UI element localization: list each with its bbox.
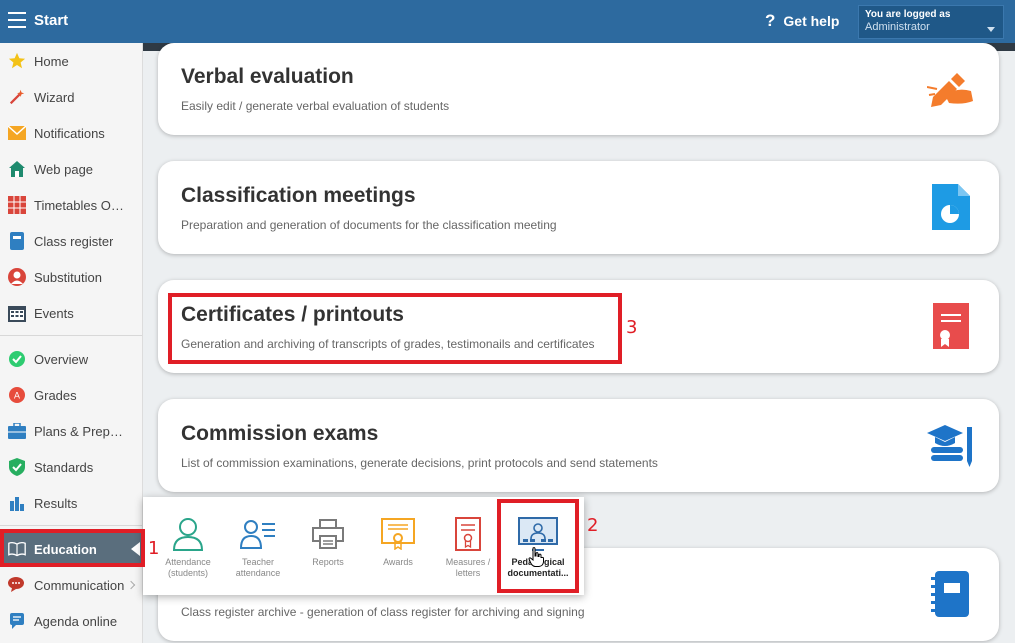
measures-letter-icon [448, 515, 488, 553]
sidebar-item-notifications[interactable]: Notifications [0, 115, 142, 151]
card-verbal-evaluation[interactable]: Verbal evaluation Easily edit / generate… [158, 43, 999, 135]
help-label: Get help [783, 13, 840, 29]
award-document-icon [378, 515, 418, 553]
sidebar-item-agenda-online[interactable]: Agenda online [0, 603, 142, 639]
check-circle-icon [8, 350, 26, 368]
submenu-item-measures-letters[interactable]: Measures / letters [433, 509, 503, 587]
card-description: Preparation and generation of documents … [181, 218, 557, 232]
graduation-books-icon [927, 421, 975, 469]
card-commission-exams[interactable]: Commission exams List of commission exam… [158, 399, 999, 492]
hamburger-menu-icon[interactable] [8, 12, 26, 28]
submenu-item-teacher-attendance[interactable]: Teacher attendance [223, 509, 293, 587]
svg-text:A: A [14, 392, 21, 402]
help-link[interactable]: ? Get help [765, 11, 839, 31]
certificate-icon [927, 302, 975, 350]
submenu-item-reports[interactable]: Reports [293, 509, 363, 587]
timetable-grid-icon [8, 196, 26, 214]
start-label[interactable]: Start [34, 12, 68, 29]
card-title: Commission exams [181, 422, 379, 445]
sidebar-item-plans-preparations[interactable]: Plans & Preparations [0, 413, 142, 449]
house-icon [8, 160, 26, 178]
sidebar-item-timetables[interactable]: Timetables Online [0, 187, 142, 223]
card-classification-meetings[interactable]: Classification meetings Preparation and … [158, 161, 999, 254]
sidebar-item-standards[interactable]: Standards [0, 449, 142, 485]
sidebar-item-home[interactable]: Home [0, 43, 142, 79]
shield-check-icon [8, 458, 26, 476]
calendar-icon [8, 304, 26, 322]
sidebar-item-results[interactable]: Results [0, 485, 142, 521]
envelope-icon [8, 124, 26, 142]
sidebar-item-class-register[interactable]: Class register [0, 223, 142, 259]
sidebar-item-events[interactable]: Events [0, 295, 142, 331]
sidebar-item-substitution[interactable]: Substitution [0, 259, 142, 295]
document-chart-icon [927, 183, 975, 231]
annotation-box-1 [0, 529, 145, 567]
card-description: Class register archive - generation of c… [181, 605, 585, 619]
annotation-box-2 [497, 499, 579, 593]
sidebar-item-grades[interactable]: A Grades [0, 377, 142, 413]
briefcase-icon [8, 422, 26, 440]
teacher-list-icon [238, 515, 278, 553]
register-book-icon [927, 570, 975, 618]
chevron-right-icon [126, 580, 136, 590]
annotation-box-3 [168, 293, 622, 364]
card-title: Verbal evaluation [181, 65, 354, 88]
agenda-icon [8, 612, 26, 630]
sidebar-item-communication[interactable]: Communication [0, 567, 142, 603]
annotation-number-1: 1 [148, 538, 160, 559]
sidebar-item-overview[interactable]: Overview [0, 341, 142, 377]
logged-as-label: You are logged as [865, 9, 951, 20]
user-menu[interactable]: You are logged as Administrator [858, 5, 1004, 39]
top-bar: Start ? Get help You are logged as Admin… [0, 0, 1015, 43]
student-icon [168, 515, 208, 553]
card-title: Classification meetings [181, 184, 416, 207]
sidebar-item-web-page[interactable]: Web page [0, 151, 142, 187]
annotation-number-3: 3 [626, 317, 638, 338]
caret-down-icon [987, 27, 995, 32]
submenu-item-attendance-students[interactable]: Attendance (students) [153, 509, 223, 587]
submenu-item-awards[interactable]: Awards [363, 509, 433, 587]
sidebar-divider [0, 525, 142, 526]
printer-icon [308, 515, 348, 553]
star-icon [8, 52, 26, 70]
hand-pen-icon [927, 63, 975, 111]
card-description: Easily edit / generate verbal evaluation… [181, 99, 450, 113]
magic-wand-icon [8, 88, 26, 106]
card-description: List of commission examinations, generat… [181, 456, 658, 470]
question-icon: ? [765, 11, 776, 30]
bar-chart-icon [8, 494, 26, 512]
sidebar-divider [0, 335, 142, 336]
annotation-number-2: 2 [587, 515, 599, 536]
person-icon [8, 268, 26, 286]
chat-bubbles-icon [8, 576, 26, 594]
notebook-icon [8, 232, 26, 250]
grades-icon: A [8, 386, 26, 404]
sidebar-item-wizard[interactable]: Wizard [0, 79, 142, 115]
user-role: Administrator [865, 21, 930, 33]
